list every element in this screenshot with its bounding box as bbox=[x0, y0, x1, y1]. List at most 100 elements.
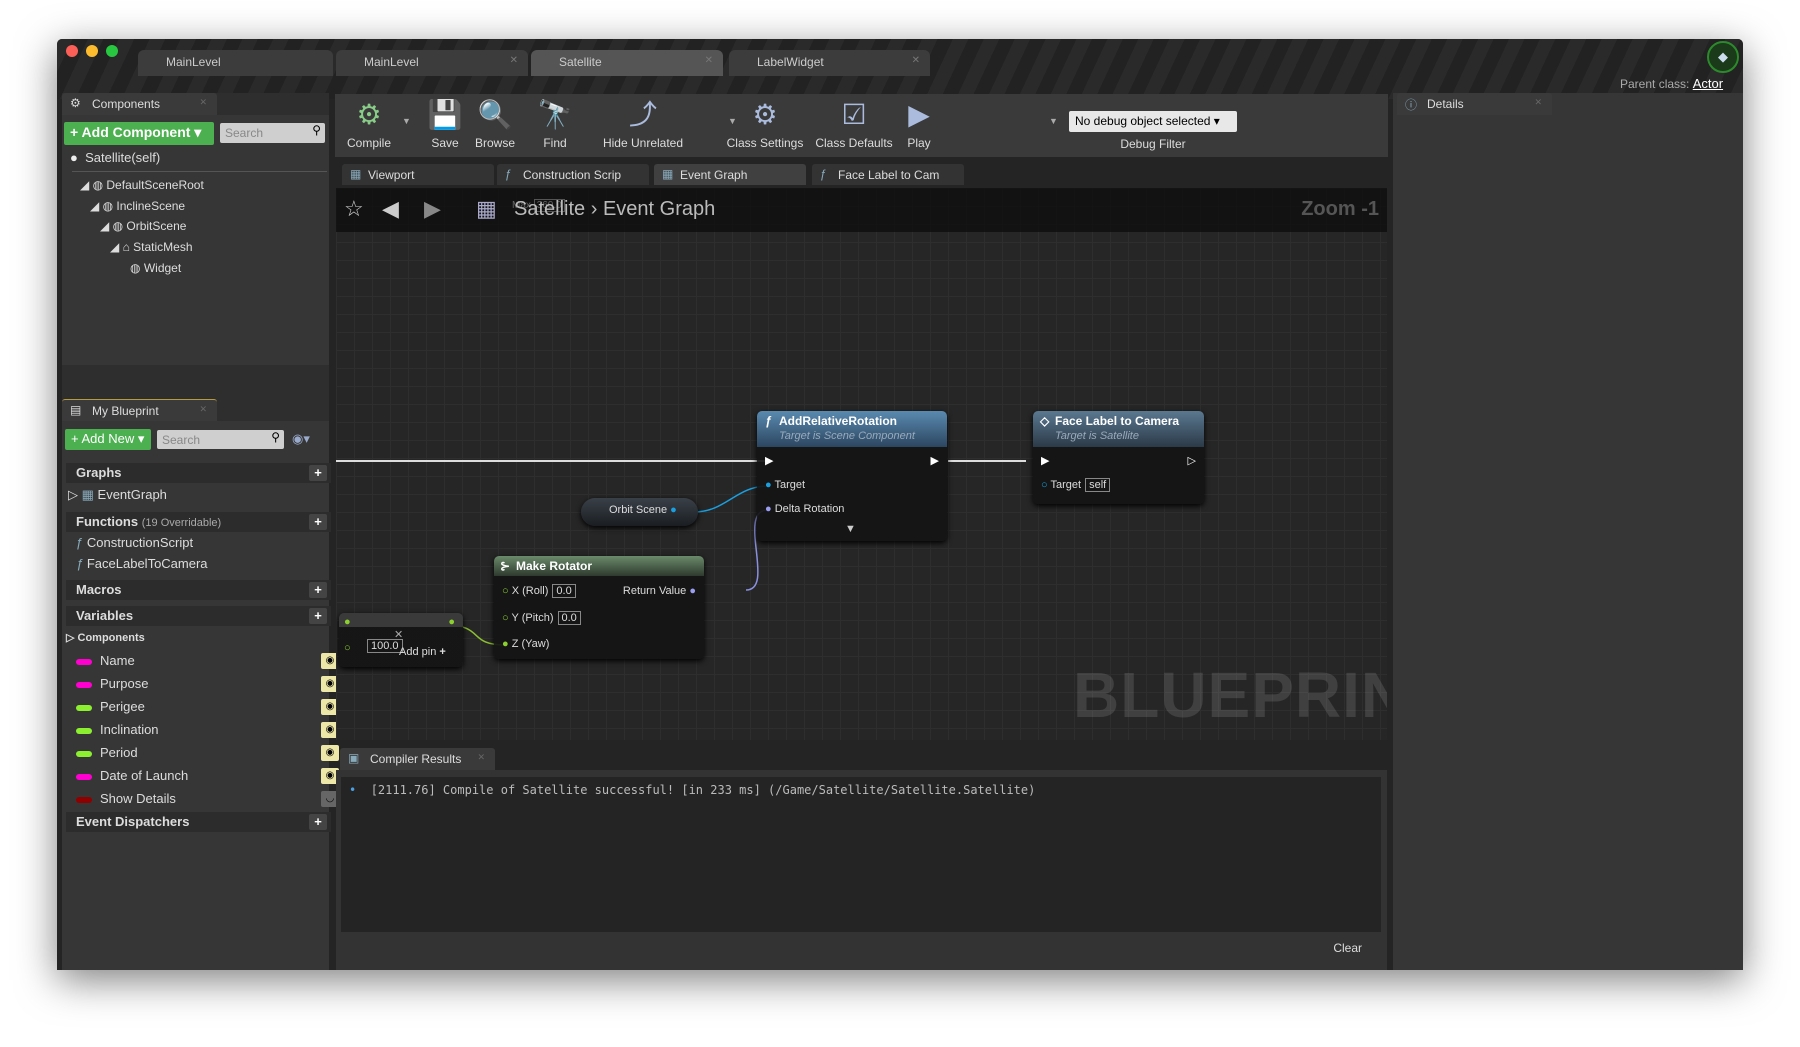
doc-tab-face-label-to-cam[interactable]: ƒ Face Label to Cam bbox=[812, 164, 964, 185]
class-settings-button[interactable]: ⚙ Class Settings bbox=[725, 94, 805, 157]
tree-item[interactable]: ◢ ◍ OrbitScene bbox=[100, 219, 186, 233]
value-field[interactable]: 100.0 bbox=[363, 639, 403, 653]
target-pin[interactable]: ○ Target self bbox=[1041, 478, 1111, 492]
node-orbit-scene-getter[interactable]: Orbit Scene ● bbox=[581, 498, 698, 526]
variable-item[interactable]: Name ◉ bbox=[76, 653, 339, 669]
tree-item[interactable]: ◢ ◍ DefaultSceneRoot bbox=[80, 178, 204, 192]
maximize-window-button[interactable] bbox=[106, 45, 118, 57]
doc-tab-event-graph[interactable]: ▦ Event Graph bbox=[654, 164, 806, 185]
target-pin[interactable]: ● Target bbox=[765, 479, 805, 491]
window-tab-mainlevel-2[interactable]: MainLevel ✕ bbox=[336, 50, 528, 76]
tree-item[interactable]: ◍ Widget bbox=[130, 261, 181, 275]
variable-item[interactable]: Perigee ◉ bbox=[76, 699, 339, 715]
close-icon[interactable]: ✕ bbox=[912, 55, 920, 66]
variable-item[interactable]: Period ◉ bbox=[76, 745, 339, 761]
components-search-input[interactable]: Search ⚲ bbox=[220, 123, 325, 143]
minimize-window-button[interactable] bbox=[86, 45, 98, 57]
node-face-label-to-camera[interactable]: ◇ Face Label to Camera Target is Satellite… bbox=[1033, 411, 1204, 504]
functions-section[interactable]: Functions (19 Overridable) + bbox=[66, 512, 331, 532]
pin-default-value[interactable]: 0.0 bbox=[557, 611, 581, 625]
compile-options-dropdown[interactable]: ▼ bbox=[402, 116, 411, 126]
window-tab-mainlevel-1[interactable]: MainLevel bbox=[138, 50, 333, 76]
function-item[interactable]: ƒ FaceLabelToCamera bbox=[76, 556, 208, 571]
close-icon[interactable]: ✕ bbox=[705, 55, 713, 66]
event-dispatchers-section[interactable]: Event Dispatchers + bbox=[66, 812, 331, 832]
float-out-pin-icon[interactable]: ● bbox=[448, 616, 455, 628]
blueprint-search-input[interactable]: Search ⚲ bbox=[157, 430, 284, 449]
compiler-results-tab[interactable]: ▣ Compiler Results ✕ bbox=[340, 748, 495, 770]
clear-button[interactable]: Clear bbox=[1333, 941, 1362, 955]
exec-in-pin[interactable]: ▶ bbox=[1041, 454, 1049, 467]
variables-section[interactable]: Variables + bbox=[66, 606, 331, 626]
components-tab[interactable]: ⚙ Components ✕ bbox=[62, 93, 217, 115]
add-macro-button[interactable]: + bbox=[309, 582, 327, 598]
graph-item-eventgraph[interactable]: ▷ ▦ EventGraph bbox=[68, 487, 167, 503]
debug-object-select[interactable]: No debug object selected ▾ bbox=[1069, 111, 1237, 132]
close-icon[interactable]: ✕ bbox=[510, 55, 518, 66]
close-icon[interactable]: ✕ bbox=[1534, 97, 1542, 108]
pin-default-value[interactable]: 100.0 bbox=[367, 639, 403, 653]
graphs-section[interactable]: Graphs + bbox=[66, 463, 331, 483]
expand-arrow-icon[interactable]: ▼ bbox=[845, 523, 856, 535]
play-options-dropdown[interactable]: ▼ bbox=[1049, 116, 1058, 126]
pin-default-value[interactable]: self bbox=[1085, 478, 1111, 492]
compiler-log[interactable]: • [2111.76] Compile of Satellite success… bbox=[341, 777, 1381, 932]
window-tab-satellite[interactable]: Satellite ✕ bbox=[531, 50, 723, 76]
eye-open-icon[interactable]: ◉ bbox=[321, 745, 339, 761]
eye-filter-icon[interactable]: ◉▾ bbox=[292, 431, 310, 447]
tree-item[interactable]: ◢ ⌂ StaticMesh bbox=[110, 240, 193, 254]
pin-default-value[interactable]: 0.0 bbox=[552, 584, 576, 598]
return-value-pin[interactable]: Return Value ● bbox=[623, 585, 696, 597]
close-window-button[interactable] bbox=[66, 45, 78, 57]
node-math-operation[interactable]: ● ● ○ 100.0 Add pin + ✕ bbox=[339, 613, 463, 667]
doc-tab-construction-scrip[interactable]: ƒ Construction Scrip bbox=[497, 164, 649, 185]
play-button[interactable]: ▶ Play bbox=[895, 94, 943, 157]
float-pin-icon[interactable]: ○ bbox=[344, 642, 351, 654]
function-item[interactable]: ƒ ConstructionScript bbox=[76, 535, 193, 550]
browse-button[interactable]: 🔍 Browse bbox=[470, 94, 520, 157]
hide-unrelated-dropdown[interactable]: ▼ bbox=[728, 116, 737, 126]
tree-item[interactable]: ◢ ◍ InclineScene bbox=[90, 199, 185, 213]
exec-in-pin[interactable]: ▶ bbox=[765, 454, 773, 467]
node-make-rotator[interactable]: ⊱ Make Rotator ○ X (Roll) 0.0 ○ Y (Pitch) 0… bbox=[494, 556, 704, 659]
save-button[interactable]: 💾 Save bbox=[423, 94, 467, 157]
add-variable-button[interactable]: + bbox=[309, 608, 327, 624]
exec-out-pin[interactable]: ▶ bbox=[931, 454, 939, 467]
add-dispatcher-button[interactable]: + bbox=[309, 814, 327, 830]
object-pin-icon[interactable]: ● bbox=[670, 504, 677, 516]
my-blueprint-tab[interactable]: ▤ My Blueprint ✕ bbox=[62, 399, 217, 421]
add-pin-button[interactable]: Add pin + bbox=[399, 646, 446, 658]
variable-category[interactable]: ▷ Components bbox=[66, 631, 145, 644]
doc-tab-viewport[interactable]: ▦ Viewport bbox=[342, 164, 494, 185]
macros-section[interactable]: Macros + bbox=[66, 580, 331, 600]
variable-item[interactable]: Date of Launch ◉ bbox=[76, 768, 339, 784]
tree-root[interactable]: ● Satellite(self) bbox=[70, 150, 160, 165]
variable-item[interactable]: Show Details ◡ bbox=[76, 791, 339, 807]
add-graph-button[interactable]: + bbox=[309, 465, 327, 481]
close-icon[interactable]: ✕ bbox=[199, 97, 207, 108]
remove-pin-icon[interactable]: ✕ bbox=[394, 628, 403, 641]
close-icon[interactable]: ✕ bbox=[199, 404, 207, 415]
variable-item[interactable]: Purpose ◉ bbox=[76, 676, 339, 692]
add-new-button[interactable]: + Add New ▾ bbox=[65, 429, 151, 450]
pitch-pin[interactable]: ○ Y (Pitch) 0.0 bbox=[502, 611, 581, 625]
add-function-button[interactable]: + bbox=[309, 514, 327, 530]
ue-logo-icon[interactable]: ◆ bbox=[1707, 41, 1739, 73]
add-component-button[interactable]: + Add Component ▾ bbox=[64, 122, 214, 145]
yaw-pin[interactable]: ● Z (Yaw) bbox=[502, 638, 549, 650]
details-tab[interactable]: ⓘ Details ✕ bbox=[1397, 93, 1552, 115]
window-tab-labelwidget[interactable]: LabelWidget ✕ bbox=[729, 50, 930, 76]
close-icon[interactable]: ✕ bbox=[477, 752, 485, 763]
event-graph-canvas[interactable]: ☆ ◀ ▶ ▦ Max 360.0 Satellite › Event Grap… bbox=[336, 188, 1387, 740]
node-add-relative-rotation[interactable]: ƒ AddRelativeRotation Target is Scene Comp… bbox=[757, 411, 947, 541]
compile-button[interactable]: ⚙ Compile bbox=[335, 94, 403, 157]
parent-class-link[interactable]: Actor bbox=[1693, 76, 1723, 91]
hide-unrelated-button[interactable]: ⤴ Hide Unrelated bbox=[600, 94, 686, 157]
class-defaults-button[interactable]: ☑ Class Defaults bbox=[812, 94, 896, 157]
float-pin-icon[interactable]: ● bbox=[344, 616, 351, 628]
variable-item[interactable]: Inclination ◉ bbox=[76, 722, 339, 738]
exec-out-pin[interactable]: ▷ bbox=[1188, 454, 1196, 467]
roll-pin[interactable]: ○ X (Roll) 0.0 bbox=[502, 584, 576, 598]
delta-rotation-pin[interactable]: ● Delta Rotation bbox=[765, 503, 844, 515]
find-button[interactable]: 🔭 Find bbox=[534, 94, 576, 157]
